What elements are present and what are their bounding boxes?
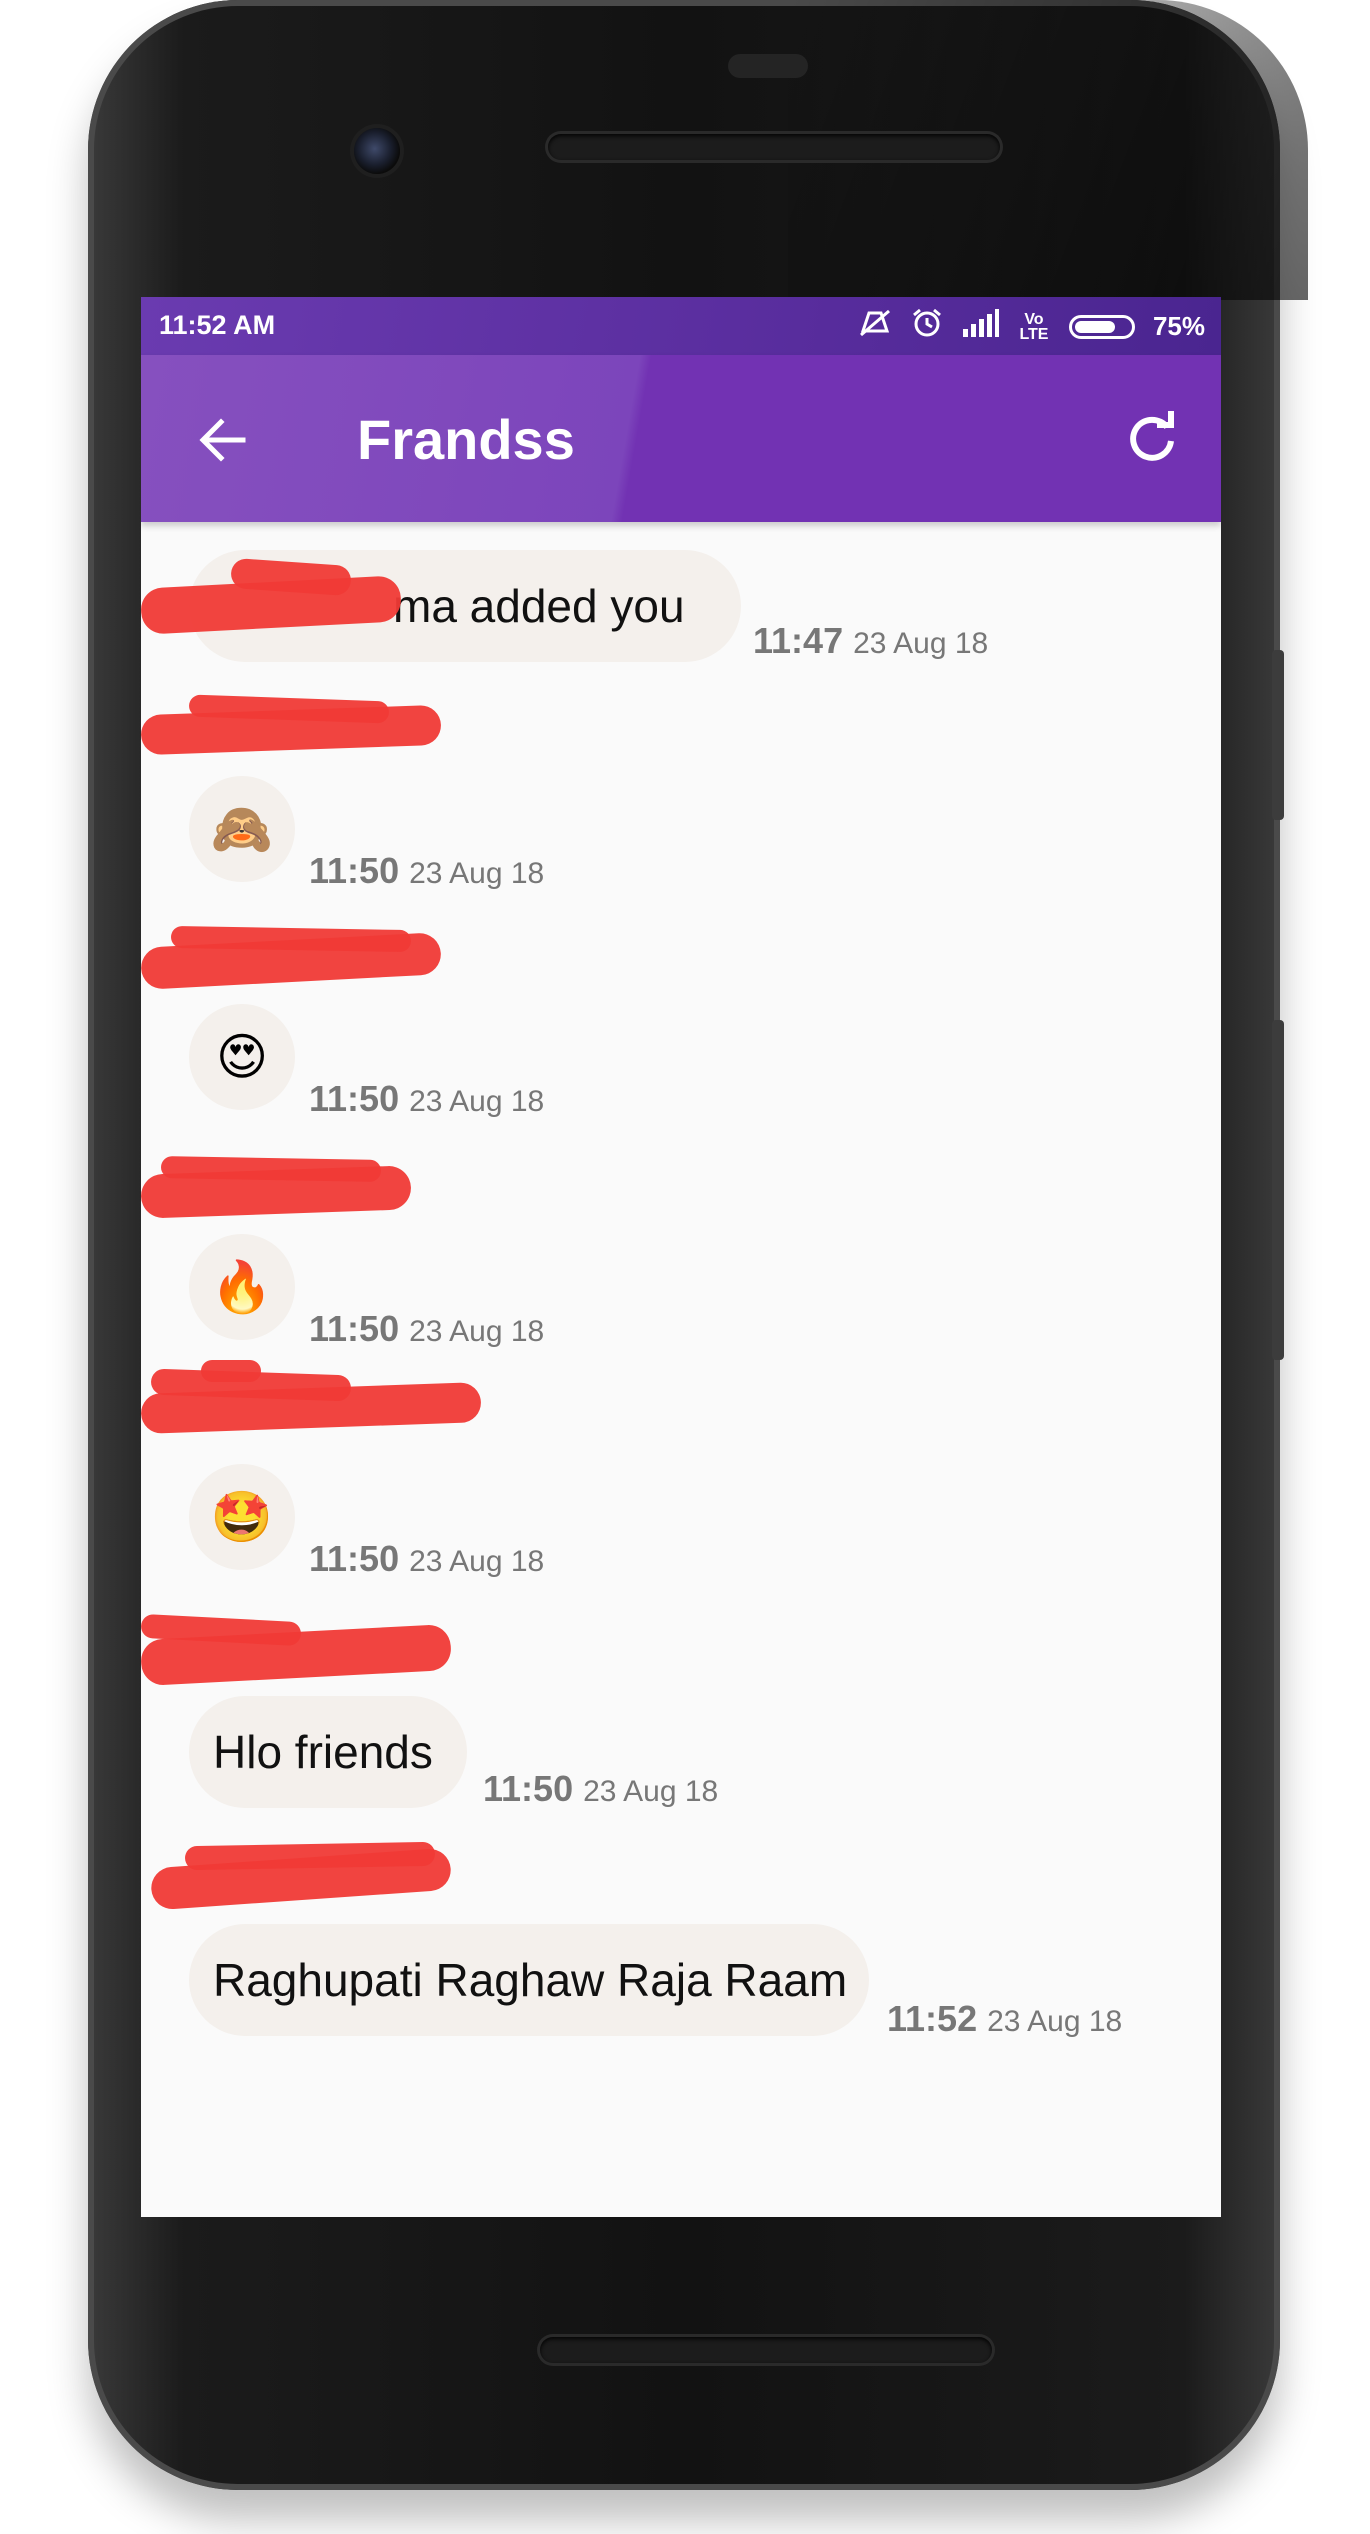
- status-icons: Vo LTE 75%: [857, 307, 1205, 346]
- message-bubble[interactable]: Hlo friends: [189, 1696, 467, 1808]
- message-date: 23 Aug 18: [583, 1775, 719, 1808]
- message-text: Hlo friends: [213, 1726, 433, 1778]
- message-meta: 11:52 23 Aug 18: [887, 1998, 1122, 2040]
- emoji-bubble[interactable]: 😍: [189, 1004, 295, 1110]
- message-time: 11:47: [753, 620, 844, 661]
- message-date: 23 Aug 18: [409, 1085, 545, 1118]
- refresh-icon: [1130, 411, 1174, 461]
- volte-icon: Vo LTE: [1017, 310, 1051, 343]
- message-time: 11:50: [309, 1078, 400, 1119]
- app-bar: Frandss: [141, 355, 1221, 522]
- message-date: 23 Aug 18: [409, 857, 545, 890]
- alarm-icon: [911, 307, 943, 346]
- volume-button[interactable]: [1272, 1020, 1284, 1360]
- message-date: 23 Aug 18: [409, 1545, 545, 1578]
- refresh-button[interactable]: [1121, 407, 1183, 469]
- arrow-left-icon: [199, 418, 246, 462]
- volte-label: Vo LTE: [1019, 310, 1049, 343]
- emoji-bubble[interactable]: 🙈: [189, 776, 295, 882]
- status-time: 11:52 AM: [159, 310, 276, 340]
- heart-eyes-emoji: 😍: [215, 1029, 269, 1085]
- message-time: 11:50: [483, 1768, 574, 1809]
- redaction-mark: [160, 1156, 382, 1182]
- message-meta: 11:50 23 Aug 18: [309, 850, 544, 892]
- redaction-mark: [184, 1841, 436, 1871]
- phone-screen: 11:52 AM Vo LTE 75% Frandss ma added you…: [141, 297, 1221, 2217]
- message-text: Raghupati Raghaw Raja Raam: [213, 1954, 848, 2006]
- earpiece-speaker: [548, 134, 1000, 160]
- message-meta: 11:50 23 Aug 18: [309, 1308, 544, 1350]
- message-time: 11:50: [309, 1308, 400, 1349]
- signal-icon: [961, 309, 999, 344]
- redaction-mark: [201, 1360, 261, 1382]
- fire-emoji: 🔥: [210, 1258, 274, 1315]
- monkey-emoji: 🙈: [210, 800, 274, 857]
- message-date: 23 Aug 18: [853, 627, 989, 660]
- emoji-bubble[interactable]: 🔥: [189, 1234, 295, 1340]
- muted-vibrate-icon: [857, 307, 893, 346]
- battery-percent: 75%: [1152, 311, 1205, 341]
- star-struck-emoji: 🤩: [210, 1488, 274, 1545]
- battery-fill: [1074, 320, 1116, 333]
- message-time: 11:52: [887, 1998, 978, 2039]
- power-button[interactable]: [1272, 650, 1284, 820]
- message-time: 11:50: [309, 1538, 400, 1579]
- status-bar: 11:52 AM Vo LTE 75%: [141, 297, 1221, 355]
- chat-title: Frandss: [357, 408, 575, 471]
- redaction-mark: [170, 925, 412, 953]
- message-meta: 11:50 23 Aug 18: [483, 1768, 718, 1810]
- battery-icon: [1068, 314, 1135, 339]
- front-camera: [354, 128, 400, 174]
- proximity-sensor: [728, 54, 808, 78]
- message-meta: 11:50 23 Aug 18: [309, 1538, 544, 1580]
- message-date: 23 Aug 18: [409, 1315, 545, 1348]
- message-list[interactable]: ma added you 11:47 23 Aug 18 🙈 11:50 23 Au…: [141, 522, 1221, 2217]
- message-date: 23 Aug 18: [987, 2005, 1123, 2038]
- emoji-bubble[interactable]: 🤩: [189, 1464, 295, 1570]
- message-text: ma added you: [393, 580, 685, 632]
- message-meta: 11:47 23 Aug 18: [753, 620, 988, 662]
- bottom-speaker: [540, 2337, 992, 2363]
- message-meta: 11:50 23 Aug 18: [309, 1078, 544, 1120]
- message-time: 11:50: [309, 850, 400, 891]
- message-bubble[interactable]: Raghupati Raghaw Raja Raam: [189, 1924, 869, 2036]
- back-button[interactable]: [193, 410, 253, 470]
